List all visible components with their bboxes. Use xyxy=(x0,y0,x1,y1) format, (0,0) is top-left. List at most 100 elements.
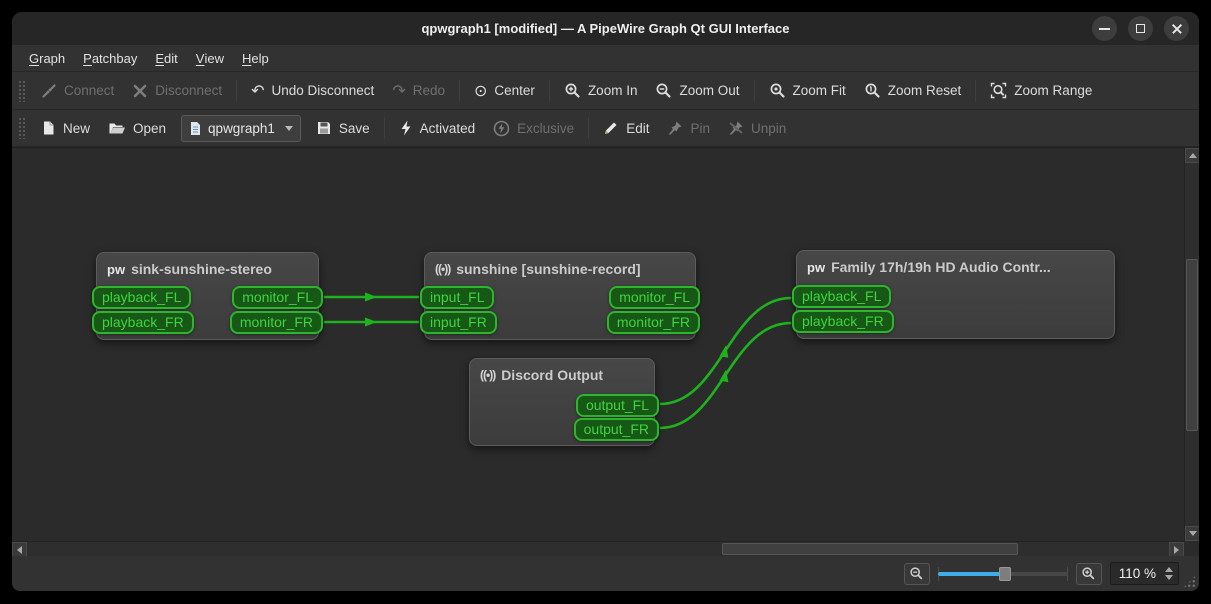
resize-grip[interactable] xyxy=(1183,575,1196,588)
zoom-out-icon xyxy=(910,567,923,580)
window-title: qpwgraph1 [modified] — A PipeWire Graph … xyxy=(421,21,790,36)
arrow-right-icon xyxy=(1174,545,1179,554)
arrow-down-icon xyxy=(1188,531,1197,536)
toolbar-separator xyxy=(548,79,550,102)
node-discord-output[interactable]: ((•)) Discord Output output_FL output_FR xyxy=(469,358,659,446)
slider-handle[interactable] xyxy=(999,566,1012,581)
connect-button[interactable]: Connect xyxy=(32,77,123,105)
zoom-reset-icon xyxy=(865,83,880,98)
exclusive-button[interactable]: Exclusive xyxy=(484,114,583,142)
node-title: Discord Output xyxy=(501,367,604,383)
port-playback-fl[interactable]: playback_FL xyxy=(792,285,892,308)
arrow-up-icon xyxy=(1188,153,1197,158)
port-input-fl[interactable]: input_FL xyxy=(420,286,495,309)
edit-pencil-icon xyxy=(605,122,617,134)
maximize-button[interactable] xyxy=(1128,16,1153,41)
vertical-scrollbar[interactable] xyxy=(1184,148,1199,541)
scroll-down-button[interactable] xyxy=(1185,526,1199,541)
activated-button[interactable]: Activated xyxy=(390,114,485,142)
redo-icon: ↷ xyxy=(392,80,406,100)
statusbar-zoom-in-button[interactable] xyxy=(1075,562,1102,585)
toolbar-separator xyxy=(383,117,385,139)
new-button[interactable]: New xyxy=(32,114,99,142)
pipewire-icon: pw xyxy=(107,261,126,277)
exclusive-icon xyxy=(493,120,510,136)
pin-icon xyxy=(668,121,682,135)
zoom-fit-icon xyxy=(770,83,785,98)
port-input-fr[interactable]: input_FR xyxy=(420,311,497,334)
unpin-button[interactable]: Unpin xyxy=(719,114,795,142)
port-output-fl[interactable]: output_FL xyxy=(575,394,659,417)
pin-button[interactable]: Pin xyxy=(658,114,719,142)
patchbay-toolbar: New Open qpwgraph1 Save Activated Exclus… xyxy=(12,110,1199,147)
arrow-left-icon xyxy=(17,545,22,554)
node-sink-sunshine-stereo[interactable]: pw sink-sunshine-stereo playback_FL play… xyxy=(92,252,323,340)
toolbar-separator xyxy=(236,79,238,102)
edit-button[interactable]: Edit xyxy=(594,114,658,142)
minimize-icon xyxy=(1099,28,1110,30)
stream-icon: ((•)) xyxy=(435,262,451,276)
node-title: sunshine [sunshine-record] xyxy=(456,261,641,277)
zoom-out-button[interactable]: Zoom Out xyxy=(646,77,748,105)
vertical-scrollbar-thumb[interactable] xyxy=(1186,259,1198,431)
zoom-slider[interactable] xyxy=(937,564,1068,584)
patchbay-select[interactable]: qpwgraph1 xyxy=(181,114,301,142)
minimize-button[interactable] xyxy=(1092,16,1117,41)
menu-edit[interactable]: Edit xyxy=(146,45,186,71)
zoom-fit-button[interactable]: Zoom Fit xyxy=(760,77,855,105)
zoom-in-button[interactable]: Zoom In xyxy=(555,77,647,105)
redo-button[interactable]: ↷ Redo xyxy=(383,77,454,105)
menu-help[interactable]: Help xyxy=(233,45,278,71)
node-title: sink-sunshine-stereo xyxy=(131,261,272,277)
save-button[interactable]: Save xyxy=(307,114,379,142)
zoom-range-button[interactable]: Zoom Range xyxy=(981,77,1101,105)
patchbay-select-value: qpwgraph1 xyxy=(208,120,275,136)
zoom-range-icon xyxy=(991,82,1007,99)
horizontal-scrollbar-thumb[interactable] xyxy=(722,543,1018,555)
toolbar-separator xyxy=(588,117,590,139)
port-playback-fr[interactable]: playback_FR xyxy=(92,311,194,334)
node-sunshine-record[interactable]: ((•)) sunshine [sunshine-record] input_F… xyxy=(420,252,700,340)
port-monitor-fl[interactable]: monitor_FL xyxy=(609,286,700,309)
chevron-down-icon xyxy=(284,125,293,131)
menu-graph[interactable]: Graph xyxy=(20,45,74,71)
port-output-fr[interactable]: output_FR xyxy=(573,418,659,441)
node-title: Family 17h/19h HD Audio Contr... xyxy=(831,259,1051,275)
titlebar[interactable]: qpwgraph1 [modified] — A PipeWire Graph … xyxy=(12,12,1199,45)
disconnect-icon xyxy=(133,84,147,97)
menu-view[interactable]: View xyxy=(187,45,233,71)
zoom-percent-spinbox[interactable]: 110 % xyxy=(1109,562,1179,585)
statusbar: 110 % xyxy=(12,556,1199,591)
wire-arrow xyxy=(365,317,377,327)
center-button[interactable]: ⊙ Center xyxy=(465,77,544,105)
node-family-hd-audio[interactable]: pw Family 17h/19h HD Audio Contr... play… xyxy=(792,250,1115,339)
scroll-left-button[interactable] xyxy=(12,542,27,557)
undo-disconnect-button[interactable]: ↶ Undo Disconnect xyxy=(242,77,383,105)
disconnect-button[interactable]: Disconnect xyxy=(123,77,231,105)
toolbar-grip-handle[interactable] xyxy=(18,79,26,102)
port-monitor-fr[interactable]: monitor_FR xyxy=(229,311,323,334)
toolbar-grip-handle[interactable] xyxy=(18,117,26,139)
undo-icon: ↶ xyxy=(251,80,265,100)
toolbar-separator xyxy=(753,79,755,102)
spinbox-arrows[interactable] xyxy=(1162,565,1176,582)
statusbar-zoom-out-button[interactable] xyxy=(903,562,930,585)
zoom-in-icon xyxy=(565,83,580,98)
port-monitor-fl[interactable]: monitor_FL xyxy=(232,286,323,309)
scroll-right-button[interactable] xyxy=(1169,542,1184,557)
graph-viewport[interactable]: pw sink-sunshine-stereo playback_FL play… xyxy=(12,148,1184,541)
scroll-up-button[interactable] xyxy=(1185,148,1199,163)
port-monitor-fr[interactable]: monitor_FR xyxy=(606,311,700,334)
close-button[interactable] xyxy=(1164,16,1189,41)
port-playback-fr[interactable]: playback_FR xyxy=(792,310,894,333)
connect-icon xyxy=(42,83,56,98)
port-playback-fl[interactable]: playback_FL xyxy=(92,286,192,309)
graph-canvas[interactable]: pw sink-sunshine-stereo playback_FL play… xyxy=(12,147,1199,557)
open-button[interactable]: Open xyxy=(99,114,175,142)
open-folder-icon xyxy=(109,123,126,134)
horizontal-scrollbar[interactable] xyxy=(12,541,1184,557)
spin-down-icon xyxy=(1165,575,1173,580)
pipewire-icon: pw xyxy=(807,259,826,275)
menu-patchbay[interactable]: Patchbay xyxy=(74,45,146,71)
zoom-reset-button[interactable]: Zoom Reset xyxy=(855,77,971,105)
